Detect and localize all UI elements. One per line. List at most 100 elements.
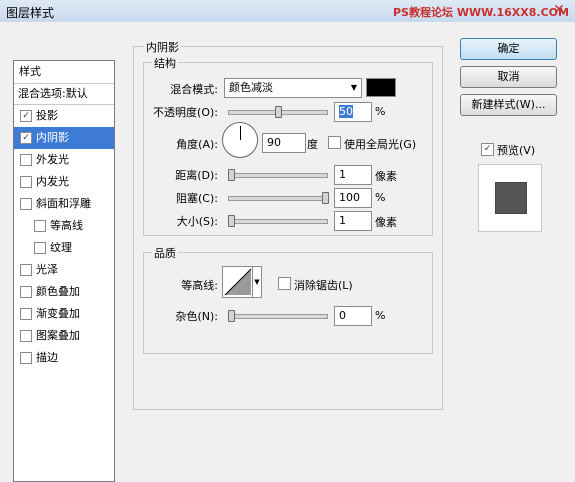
distance-unit: 像素 (375, 170, 397, 183)
quality-title: 品质 (152, 245, 178, 261)
distance-label: 距离(D): (175, 169, 218, 182)
size-slider-thumb[interactable] (228, 215, 236, 227)
blend-mode-label: 混合模式: (170, 83, 218, 96)
style-item-label: 内发光 (36, 175, 69, 188)
style-item-label: 颜色叠加 (36, 285, 80, 298)
chevron-down-icon: ▼ (350, 83, 357, 92)
noise-unit: % (375, 309, 386, 322)
style-item-label: 外发光 (36, 153, 69, 166)
title-bar: 图层样式 PS教程论坛 WWW.16XX8.COM ✕ (0, 0, 575, 23)
style-item-label: 渐变叠加 (36, 307, 80, 320)
style-item[interactable]: 外发光 (14, 149, 114, 171)
contour-label: 等高线: (181, 279, 218, 292)
style-item-checkbox[interactable] (34, 242, 46, 254)
dialog-client: 样式 混合选项:默认 ✓ 投影 ✓ 内阴影外发光内发光斜面和浮雕等高线纹理光泽颜色叠加… (0, 22, 575, 482)
style-item-checkbox[interactable] (20, 352, 32, 364)
blend-options-item[interactable]: 混合选项:默认 (14, 84, 114, 105)
style-item-label: 描边 (36, 351, 58, 364)
preview-box (478, 164, 542, 232)
angle-dial[interactable] (222, 122, 258, 158)
style-item-label: 斜面和浮雕 (36, 197, 91, 210)
size-value: 1 (339, 214, 346, 227)
style-item[interactable]: 颜色叠加 (14, 281, 114, 303)
size-input[interactable]: 1 (334, 211, 372, 231)
style-item[interactable]: 光泽 (14, 259, 114, 281)
global-light-checkbox[interactable] (328, 136, 341, 149)
window-title: 图层样式 (6, 6, 55, 20)
preview-checkbox[interactable]: ✓ (481, 143, 494, 156)
choke-value: 100 (339, 191, 360, 204)
style-item[interactable]: ✓ 投影 (14, 105, 114, 127)
angle-unit: 度 (307, 138, 318, 151)
style-item-checkbox[interactable] (20, 286, 32, 298)
quality-group: 品质 (143, 245, 433, 354)
style-item[interactable]: 等高线 (14, 215, 114, 237)
style-items: ✓ 投影 ✓ 内阴影外发光内发光斜面和浮雕等高线纹理光泽颜色叠加渐变叠加图案叠加描边 (14, 105, 114, 369)
opacity-value: 50 (339, 105, 353, 118)
angle-needle (240, 126, 241, 140)
ok-button[interactable]: 确定 (460, 38, 557, 60)
noise-value: 0 (339, 309, 346, 322)
style-item[interactable]: 图案叠加 (14, 325, 114, 347)
noise-input[interactable]: 0 (334, 306, 372, 326)
size-label: 大小(S): (176, 215, 218, 228)
noise-label: 杂色(N): (175, 310, 218, 323)
style-item-label: 光泽 (36, 263, 58, 276)
style-item-checkbox[interactable] (20, 330, 32, 342)
style-item-label: 投影 (36, 109, 58, 122)
style-item-checkbox[interactable] (20, 308, 32, 320)
style-item-checkbox[interactable] (20, 198, 32, 210)
styles-header[interactable]: 样式 (14, 61, 114, 84)
opacity-label: 不透明度(O): (153, 106, 218, 119)
style-item[interactable]: 内发光 (14, 171, 114, 193)
preview-label[interactable]: 预览(V) (497, 142, 535, 158)
watermark: PS教程论坛 WWW.16XX8.COM (393, 6, 569, 19)
style-item-checkbox[interactable]: ✓ (20, 132, 32, 144)
style-item-checkbox[interactable]: ✓ (20, 110, 32, 122)
style-item-checkbox[interactable] (20, 176, 32, 188)
inner-shadow-title: 内阴影 (144, 39, 181, 55)
noise-slider-thumb[interactable] (228, 310, 235, 322)
choke-label: 阻塞(C): (176, 192, 218, 205)
distance-input[interactable]: 1 (334, 165, 372, 185)
choke-slider-thumb[interactable] (322, 192, 329, 204)
style-item[interactable]: ✓ 内阴影 (14, 127, 114, 149)
close-icon[interactable]: ✕ (548, 2, 570, 18)
contour-curve-icon (224, 268, 252, 296)
global-light-label[interactable]: 使用全局光(G) (344, 136, 416, 152)
choke-track[interactable] (228, 196, 328, 201)
new-style-button[interactable]: 新建样式(W)... (460, 94, 557, 116)
style-item-checkbox[interactable] (20, 264, 32, 276)
noise-track[interactable] (228, 314, 328, 319)
style-item-label: 图案叠加 (36, 329, 80, 342)
anti-alias-checkbox[interactable] (278, 277, 291, 290)
style-item-checkbox[interactable] (34, 220, 46, 232)
cancel-button[interactable]: 取消 (460, 66, 557, 88)
shadow-color-swatch[interactable] (366, 78, 396, 97)
anti-alias-label[interactable]: 消除锯齿(L) (294, 277, 353, 293)
style-item-label: 纹理 (50, 241, 72, 254)
style-item-checkbox[interactable] (20, 154, 32, 166)
distance-value: 1 (339, 168, 346, 181)
style-item-label: 内阴影 (36, 131, 69, 144)
style-item[interactable]: 斜面和浮雕 (14, 193, 114, 215)
opacity-slider-thumb[interactable] (275, 106, 282, 118)
styles-list: 样式 混合选项:默认 ✓ 投影 ✓ 内阴影外发光内发光斜面和浮雕等高线纹理光泽颜色叠加… (13, 60, 115, 482)
preview-swatch (495, 182, 527, 214)
style-item[interactable]: 描边 (14, 347, 114, 369)
distance-slider-thumb[interactable] (228, 169, 236, 181)
contour-picker[interactable]: ▼ (222, 266, 262, 298)
angle-value: 90 (267, 136, 281, 149)
style-item[interactable]: 纹理 (14, 237, 114, 259)
size-unit: 像素 (375, 216, 397, 229)
contour-dropdown-icon[interactable]: ▼ (252, 267, 261, 297)
blend-mode-value: 颜色减淡 (229, 81, 273, 94)
blend-mode-select[interactable]: 颜色减淡 ▼ (224, 78, 362, 98)
distance-track[interactable] (228, 173, 328, 178)
angle-input[interactable]: 90 (262, 133, 306, 153)
choke-input[interactable]: 100 (334, 188, 372, 208)
size-track[interactable] (228, 219, 328, 224)
opacity-input[interactable]: 50 (334, 102, 372, 122)
opacity-unit: % (375, 105, 386, 118)
style-item[interactable]: 渐变叠加 (14, 303, 114, 325)
